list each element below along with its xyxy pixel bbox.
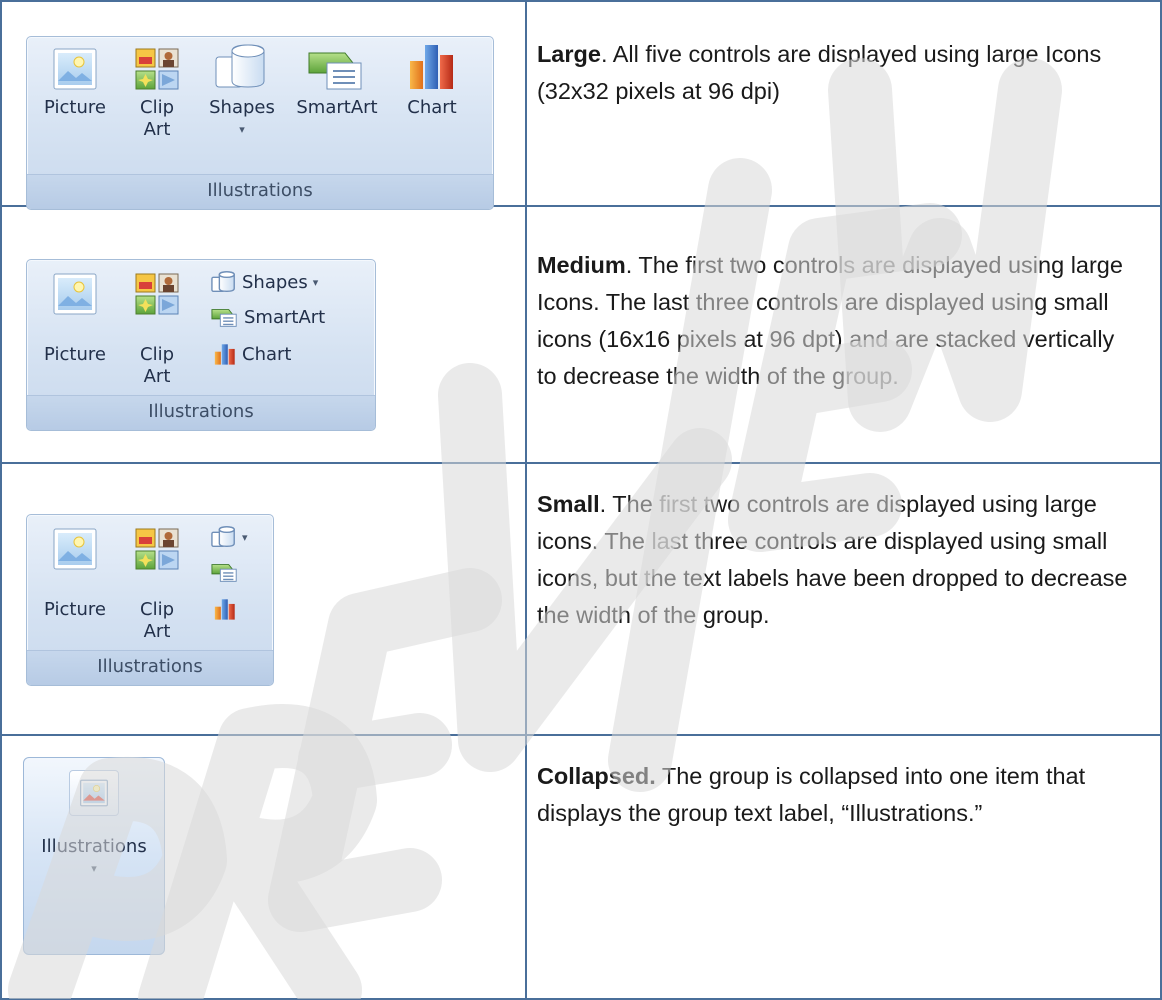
picture-button[interactable]: Picture	[35, 272, 115, 366]
table-row-large: Picture Clip Art Shapes ▾ SmartArt Chart…	[0, 0, 1162, 210]
picture-icon	[53, 48, 97, 90]
chart-icon	[214, 599, 235, 620]
smartart-button[interactable]: SmartArt	[289, 47, 385, 119]
chart-button[interactable]	[213, 597, 237, 621]
picture-label: Picture	[44, 599, 106, 620]
clip-art-icon	[135, 273, 179, 315]
chart-label: Chart	[407, 97, 457, 118]
table-row-medium: Picture Clip Art Shapes ▾ SmartArt Chart…	[0, 205, 1162, 464]
group-label: Illustrations	[27, 174, 493, 209]
ribbon-group-small: Picture Clip Art ▾ Illustrations	[26, 514, 274, 686]
smartart-button[interactable]	[211, 561, 239, 583]
description-cell-medium: Medium. The first two controls are displ…	[524, 205, 1162, 464]
description-large: Large. All five controls are displayed u…	[537, 36, 1140, 110]
comparison-table: Picture Clip Art Shapes ▾ SmartArt Chart…	[0, 0, 1162, 1000]
collapsed-group-label: Illustrations	[41, 836, 147, 857]
shapes-label: Shapes	[209, 97, 275, 118]
clip-art-label-line2: Art	[143, 621, 171, 642]
group-label: Illustrations	[27, 650, 273, 685]
mode-title-medium: Medium	[536, 252, 626, 278]
description-cell-small: Small. The first two controls are displa…	[524, 462, 1162, 736]
clip-art-icon	[135, 528, 179, 570]
picture-label: Picture	[44, 344, 106, 365]
shapes-icon	[215, 44, 265, 88]
shapes-button[interactable]: ▾	[211, 525, 248, 549]
chart-icon	[410, 45, 453, 89]
shapes-button[interactable]: Shapes ▾	[197, 43, 287, 141]
group-label: Illustrations	[27, 395, 375, 430]
table-row-collapsed: Illustrations ▾ Collapsed. The group is …	[0, 734, 1162, 1000]
mode-title-collapsed: Collapsed.	[536, 763, 656, 789]
clip-art-button[interactable]: Clip Art	[127, 47, 187, 141]
table-row-small: Picture Clip Art ▾ Illustrations Small. …	[0, 462, 1162, 736]
chart-button[interactable]: Chart	[387, 41, 477, 119]
picture-label: Picture	[44, 97, 106, 118]
smartart-button[interactable]: SmartArt	[211, 306, 325, 328]
smartart-label: SmartArt	[244, 306, 326, 328]
chart-icon	[214, 344, 235, 365]
example-cell-medium: Picture Clip Art Shapes ▾ SmartArt Chart…	[0, 205, 527, 464]
mode-title-large: Large	[536, 41, 601, 67]
shapes-button[interactable]: Shapes ▾	[211, 270, 318, 294]
clip-art-label-line1: Clip	[140, 97, 174, 118]
description-small: Small. The first two controls are displa…	[537, 486, 1140, 634]
description-cell-large: Large. All five controls are displayed u…	[524, 0, 1162, 207]
clip-art-label-line2: Art	[143, 366, 171, 387]
description-cell-collapsed: Collapsed. The group is collapsed into o…	[524, 734, 1162, 1000]
mode-title-small: Small	[536, 491, 600, 517]
shapes-dropdown-arrow: ▾	[312, 275, 319, 289]
clip-art-label-line1: Clip	[140, 344, 174, 365]
smartart-icon	[211, 309, 237, 327]
shapes-icon	[211, 526, 235, 547]
collapsed-group-button[interactable]: Illustrations ▾	[23, 757, 165, 955]
description-medium: Medium. The first two controls are displ…	[537, 247, 1140, 395]
ribbon-group-medium: Picture Clip Art Shapes ▾ SmartArt Chart…	[26, 259, 376, 431]
shapes-dropdown-arrow: ▾	[242, 530, 248, 544]
collapsed-dropdown-arrow: ▾	[91, 863, 97, 875]
example-cell-collapsed: Illustrations ▾	[0, 734, 527, 1000]
picture-button[interactable]: Picture	[35, 527, 115, 621]
mode-text-small: The first two controls are displayed usi…	[536, 491, 1128, 628]
chart-label: Chart	[242, 343, 292, 365]
chart-button[interactable]: Chart	[213, 342, 291, 366]
example-cell-small: Picture Clip Art ▾ Illustrations	[0, 462, 527, 736]
example-cell-large: Picture Clip Art Shapes ▾ SmartArt Chart…	[0, 0, 527, 210]
description-collapsed: Collapsed. The group is collapsed into o…	[537, 758, 1140, 832]
smartart-icon	[308, 52, 362, 90]
smartart-label: SmartArt	[296, 97, 378, 118]
clip-art-label-line1: Clip	[140, 599, 174, 620]
clip-art-label-line2: Art	[143, 119, 171, 140]
shapes-label: Shapes	[242, 271, 308, 293]
collapsed-icon-frame	[69, 770, 119, 816]
mode-text-large: All five controls are displayed using la…	[536, 41, 1102, 104]
shapes-icon	[211, 271, 235, 292]
smartart-icon	[211, 564, 237, 582]
picture-icon	[53, 528, 97, 570]
picture-icon	[80, 779, 108, 807]
picture-button[interactable]: Picture	[35, 47, 115, 119]
picture-icon	[53, 273, 97, 315]
shapes-dropdown-arrow: ▾	[239, 123, 245, 136]
clip-art-icon	[135, 48, 179, 90]
clip-art-button[interactable]: Clip Art	[127, 272, 187, 388]
ribbon-group-large: Picture Clip Art Shapes ▾ SmartArt Chart…	[26, 36, 494, 210]
clip-art-button[interactable]: Clip Art	[127, 527, 187, 643]
